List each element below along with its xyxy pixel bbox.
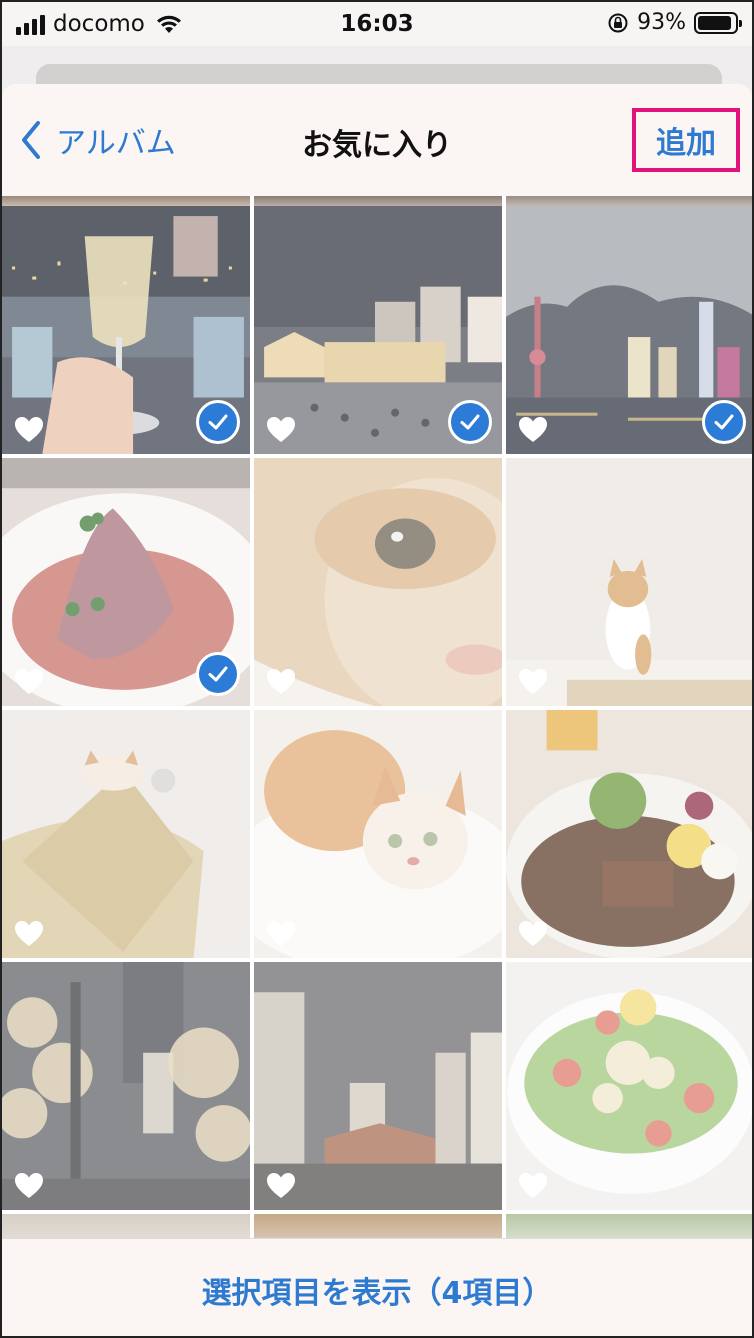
add-button[interactable]: 追加: [632, 108, 740, 172]
navigation-bar: アルバム お気に入り 追加: [2, 84, 752, 196]
status-right: 93%: [607, 10, 742, 35]
favorite-heart-icon: [518, 920, 548, 948]
favorite-heart-icon: [14, 668, 44, 696]
battery-percent: 93%: [637, 10, 686, 35]
battery-fill: [698, 15, 732, 30]
favorite-heart-icon: [266, 1172, 296, 1200]
favorite-heart-icon: [14, 416, 44, 444]
photo-tile-illuminated-trees[interactable]: [2, 962, 250, 1210]
rotation-lock-icon: [608, 13, 628, 32]
favorite-heart-icon: [266, 668, 296, 696]
photo-tile-champagne-night-view[interactable]: [2, 206, 250, 454]
partial-photo-row-top: [2, 196, 752, 206]
favorite-heart-icon: [518, 1172, 548, 1200]
photo-tile-pudong-skyline-night[interactable]: [506, 206, 752, 454]
selected-checkmark-icon[interactable]: [196, 400, 240, 444]
photo-tile-cat-on-cushion[interactable]: [2, 710, 250, 958]
photo-tile-salad-plate[interactable]: [506, 962, 752, 1210]
photo-tile-roast-beef-dish[interactable]: [2, 458, 250, 706]
bottom-toolbar: 選択項目を表示（4項目）: [2, 1238, 752, 1336]
show-selected-button[interactable]: 選択項目を表示（4項目）: [202, 1268, 553, 1312]
favorite-heart-icon: [518, 416, 548, 444]
status-bar: docomo 16:03 93%: [2, 2, 752, 46]
favorite-heart-icon: [14, 920, 44, 948]
selected-checkmark-icon[interactable]: [702, 400, 746, 444]
favorite-heart-icon: [266, 416, 296, 444]
selected-checkmark-icon[interactable]: [196, 652, 240, 696]
favorite-heart-icon: [14, 1172, 44, 1200]
screen: docomo 16:03 93% アルバム お気に入り 追加 選択項目を表示（4…: [0, 0, 754, 1338]
photo-tile-tokyo-station-night[interactable]: [254, 962, 502, 1210]
photo-grid[interactable]: [2, 196, 752, 1336]
photo-tile-cat-sitting-wall[interactable]: [506, 458, 752, 706]
photo-tile-cat-lying-blanket[interactable]: [254, 710, 502, 958]
favorites-sheet: アルバム お気に入り 追加 選択項目を表示（4項目）: [2, 84, 752, 1336]
selected-checkmark-icon[interactable]: [448, 400, 492, 444]
photo-tile-bund-night-buildings[interactable]: [254, 206, 502, 454]
favorite-heart-icon: [266, 920, 296, 948]
photo-tile-cat-closeup[interactable]: [254, 458, 502, 706]
favorite-heart-icon: [518, 668, 548, 696]
photo-tile-curry-plate[interactable]: [506, 710, 752, 958]
battery-icon: [694, 11, 742, 34]
